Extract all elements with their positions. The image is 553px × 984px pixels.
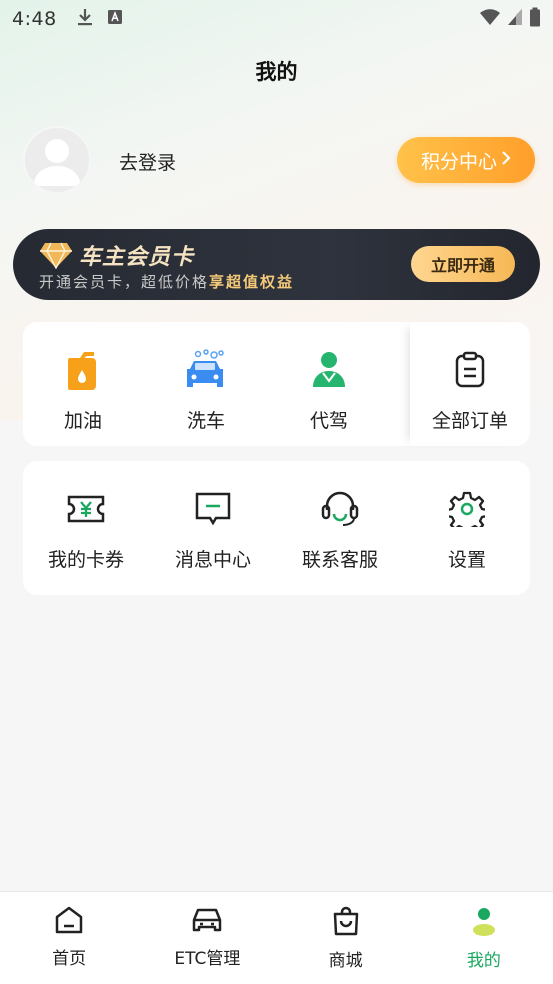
battery-icon <box>529 7 541 32</box>
tool-item-settings[interactable]: 设置 <box>407 487 527 572</box>
tab-label: 我的 <box>466 951 501 971</box>
message-icon <box>191 487 235 531</box>
status-time: 4:48 <box>12 8 57 30</box>
wifi-icon <box>479 8 501 31</box>
diamond-icon <box>39 241 73 273</box>
service-label: 洗车 <box>186 410 225 432</box>
profile-row: 去登录 积分中心 <box>23 126 535 194</box>
points-center-button[interactable]: 积分中心 <box>397 137 535 183</box>
tools-card: 我的卡券 消息中心 联系客服 设置 <box>23 461 530 595</box>
tool-item-coupons[interactable]: 我的卡券 <box>26 487 146 572</box>
avatar[interactable] <box>23 126 91 194</box>
service-item-car-wash[interactable]: 洗车 <box>146 348 266 433</box>
tab-mall[interactable]: 商城 <box>277 892 415 984</box>
coupon-icon <box>64 487 108 531</box>
tool-item-customer-service[interactable]: 联系客服 <box>280 487 400 572</box>
tool-label: 消息中心 <box>174 549 251 571</box>
signal-icon <box>507 8 523 31</box>
headset-icon <box>318 487 362 531</box>
vip-subtitle-highlight: 享超值权益 <box>209 273 295 291</box>
tool-label: 设置 <box>447 549 486 571</box>
service-item-chauffeur[interactable]: 代驾 <box>269 348 389 433</box>
car-icon <box>191 906 223 938</box>
activate-vip-button[interactable]: 立即开通 <box>411 246 515 282</box>
tab-home[interactable]: 首页 <box>0 892 138 984</box>
tab-etc[interactable]: ETC管理 <box>138 892 276 984</box>
vip-title: 车主会员卡 <box>79 245 195 270</box>
tab-label: 首页 <box>52 949 87 969</box>
tab-label: 商城 <box>328 951 363 971</box>
chauffeur-icon <box>307 348 351 392</box>
service-label: 代驾 <box>309 410 348 432</box>
service-item-fuel[interactable]: 加油 <box>23 348 143 433</box>
vip-subtitle-text: 开通会员卡，超低价格 <box>39 273 210 291</box>
bottom-tab-bar: 首页 ETC管理 商城 我的 <box>0 891 553 984</box>
service-label: 加油 <box>63 410 102 432</box>
all-orders-item[interactable]: 全部订单 <box>410 322 530 446</box>
tool-label: 联系客服 <box>301 549 378 571</box>
all-orders-inner: 全部订单 <box>404 348 536 433</box>
car-wash-icon <box>184 348 228 392</box>
vip-subtitle: 开通会员卡，超低价格享超值权益 <box>39 271 294 292</box>
tool-item-messages[interactable]: 消息中心 <box>153 487 273 572</box>
default-avatar-icon <box>33 139 81 186</box>
points-center-label: 积分中心 <box>420 150 497 173</box>
profile-icon <box>470 906 498 940</box>
status-bar: 4:48 <box>0 0 553 38</box>
home-icon <box>54 906 84 938</box>
vip-membership-banner[interactable]: 车主会员卡 开通会员卡，超低价格享超值权益 立即开通 <box>13 229 540 300</box>
tool-label: 我的卡券 <box>47 549 124 571</box>
gear-icon <box>445 487 489 531</box>
tab-label: ETC管理 <box>174 949 241 969</box>
clipboard-icon <box>448 348 492 392</box>
login-link[interactable]: 去登录 <box>119 148 176 175</box>
services-card: 加油 洗车 代驾 全部订单 <box>23 322 530 446</box>
service-label: 全部订单 <box>431 410 508 432</box>
font-badge-icon <box>107 8 123 30</box>
download-icon <box>77 8 93 31</box>
chevron-right-icon <box>501 149 511 171</box>
shopping-bag-icon <box>332 906 360 940</box>
tab-mine[interactable]: 我的 <box>415 892 553 984</box>
page-title: 我的 <box>255 60 298 84</box>
fuel-can-icon <box>61 348 105 392</box>
